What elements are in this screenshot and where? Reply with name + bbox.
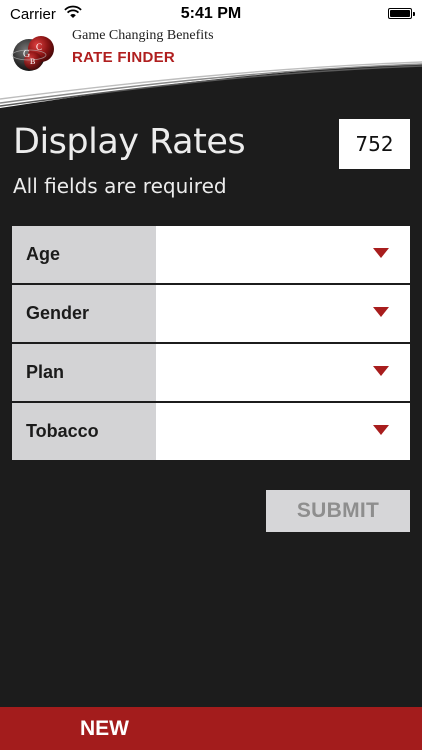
gender-select[interactable] [156,285,410,342]
app-header: Carrier 5:41 PM G C B Game Changing Bene… [0,0,422,112]
tobacco-select[interactable] [156,403,410,460]
chevron-down-icon [373,366,389,376]
age-field: Age [12,226,410,283]
submit-button[interactable]: SUBMIT [266,490,410,532]
chevron-down-icon [373,248,389,258]
plan-field: Plan [12,344,410,401]
age-label: Age [12,226,156,283]
svg-text:C: C [36,42,42,52]
chevron-down-icon [373,425,389,435]
battery-icon [388,8,415,19]
status-time: 5:41 PM [180,5,242,22]
gender-field: Gender [12,285,410,342]
rate-form: Age Gender Plan Tobacco [12,226,410,462]
brand-name: Game Changing Benefits [72,28,214,43]
chevron-down-icon [373,307,389,317]
new-tab-button[interactable]: NEW [80,717,129,741]
tobacco-label: Tobacco [12,403,156,460]
bottom-bar [0,707,422,750]
tobacco-field: Tobacco [12,403,410,460]
plan-select[interactable] [156,344,410,401]
age-select[interactable] [156,226,410,283]
code-field[interactable]: 752 [339,119,410,169]
page-title: Display Rates [13,122,246,162]
gender-label: Gender [12,285,156,342]
page-subtitle: All fields are required [13,174,227,198]
header-swoosh-decoration [0,61,422,112]
status-bar: Carrier 5:41 PM [0,0,422,28]
plan-label: Plan [12,344,156,401]
